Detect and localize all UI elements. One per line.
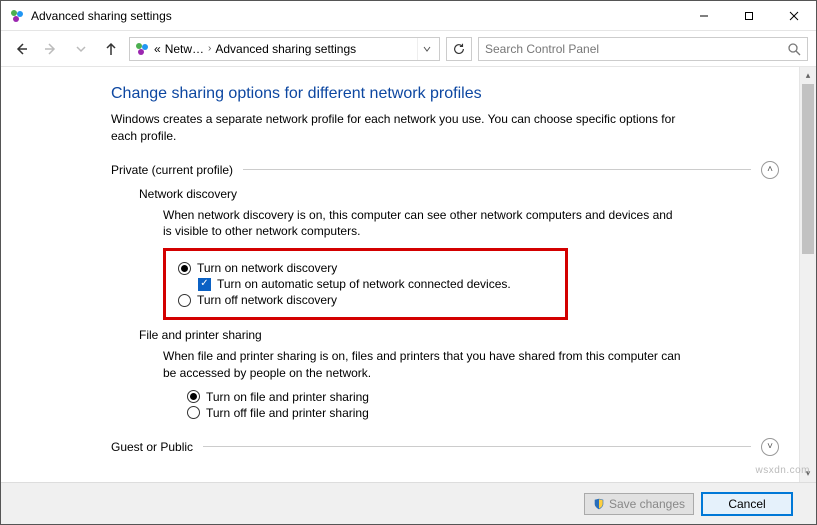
recent-dropdown[interactable] xyxy=(69,37,93,61)
radio-fp-on-label: Turn on file and printer sharing xyxy=(206,390,369,404)
shield-icon xyxy=(593,498,605,510)
divider xyxy=(243,169,751,170)
section-guest-label: Guest or Public xyxy=(111,440,193,454)
window: Advanced sharing settings « Netw… › Adva… xyxy=(0,0,817,525)
back-button[interactable] xyxy=(9,37,33,61)
section-guest-header[interactable]: Guest or Public ˅ xyxy=(111,438,779,456)
page-description: Windows creates a separate network profi… xyxy=(111,111,691,145)
cancel-label: Cancel xyxy=(728,497,765,511)
section-private-label: Private (current profile) xyxy=(111,163,233,177)
radio-nd-on-label: Turn on network discovery xyxy=(197,261,337,275)
window-controls xyxy=(681,1,816,30)
scroll-up-icon[interactable]: ▴ xyxy=(800,67,816,84)
radio-icon xyxy=(178,262,191,275)
radio-nd-off[interactable]: Turn off network discovery xyxy=(178,293,553,307)
save-changes-label: Save changes xyxy=(609,497,685,511)
chevron-down-icon[interactable]: ˅ xyxy=(761,438,779,456)
chevron-right-icon: › xyxy=(208,43,211,54)
scrollbar[interactable]: ▴ ▾ xyxy=(799,67,816,482)
radio-nd-on[interactable]: Turn on network discovery xyxy=(178,261,553,275)
divider xyxy=(203,446,751,447)
radio-fp-off[interactable]: Turn off file and printer sharing xyxy=(187,406,779,420)
checkbox-icon xyxy=(198,278,211,291)
minimize-button[interactable] xyxy=(681,1,726,30)
radio-icon xyxy=(187,406,200,419)
titlebar: Advanced sharing settings xyxy=(1,1,816,31)
footer: Save changes Cancel xyxy=(1,482,816,524)
network-discovery-description: When network discovery is on, this compu… xyxy=(163,207,683,241)
refresh-button[interactable] xyxy=(446,37,472,61)
file-printer-label: File and printer sharing xyxy=(139,328,779,342)
watermark: wsxdn.com xyxy=(755,465,810,476)
maximize-button[interactable] xyxy=(726,1,771,30)
close-button[interactable] xyxy=(771,1,816,30)
radio-nd-off-label: Turn off network discovery xyxy=(197,293,337,307)
check-auto-setup[interactable]: Turn on automatic setup of network conne… xyxy=(198,277,553,291)
section-private-header[interactable]: Private (current profile) ˄ xyxy=(111,161,779,179)
radio-icon xyxy=(178,294,191,307)
network-discovery-label: Network discovery xyxy=(139,187,779,201)
radio-icon xyxy=(187,390,200,403)
radio-fp-off-label: Turn off file and printer sharing xyxy=(206,406,369,420)
content-scroll: Change sharing options for different net… xyxy=(1,67,799,482)
check-auto-setup-label: Turn on automatic setup of network conne… xyxy=(217,277,511,291)
address-bar[interactable]: « Netw… › Advanced sharing settings xyxy=(129,37,440,61)
save-changes-button[interactable]: Save changes xyxy=(584,493,694,515)
search-placeholder: Search Control Panel xyxy=(485,42,787,56)
cancel-button[interactable]: Cancel xyxy=(702,493,792,515)
page-title: Change sharing options for different net… xyxy=(111,85,779,103)
chevron-up-icon[interactable]: ˄ xyxy=(761,161,779,179)
app-icon xyxy=(9,8,25,24)
search-box[interactable]: Search Control Panel xyxy=(478,37,808,61)
search-icon xyxy=(787,42,801,56)
breadcrumb-current[interactable]: Advanced sharing settings xyxy=(215,42,356,56)
breadcrumb-network[interactable]: Netw… xyxy=(165,42,204,56)
radio-fp-on[interactable]: Turn on file and printer sharing xyxy=(187,390,779,404)
highlighted-options: Turn on network discovery Turn on automa… xyxy=(163,248,568,320)
content-area: Change sharing options for different net… xyxy=(1,67,816,482)
address-dropdown[interactable] xyxy=(417,38,435,60)
nav-bar: « Netw… › Advanced sharing settings Sear… xyxy=(1,31,816,67)
file-printer-options: Turn on file and printer sharing Turn of… xyxy=(187,390,779,420)
forward-button[interactable] xyxy=(39,37,63,61)
scroll-thumb[interactable] xyxy=(802,84,814,254)
breadcrumb-prefix: « xyxy=(154,42,161,56)
location-icon xyxy=(134,41,150,57)
up-button[interactable] xyxy=(99,37,123,61)
file-printer-description: When file and printer sharing is on, fil… xyxy=(163,348,683,382)
window-title: Advanced sharing settings xyxy=(31,9,681,23)
